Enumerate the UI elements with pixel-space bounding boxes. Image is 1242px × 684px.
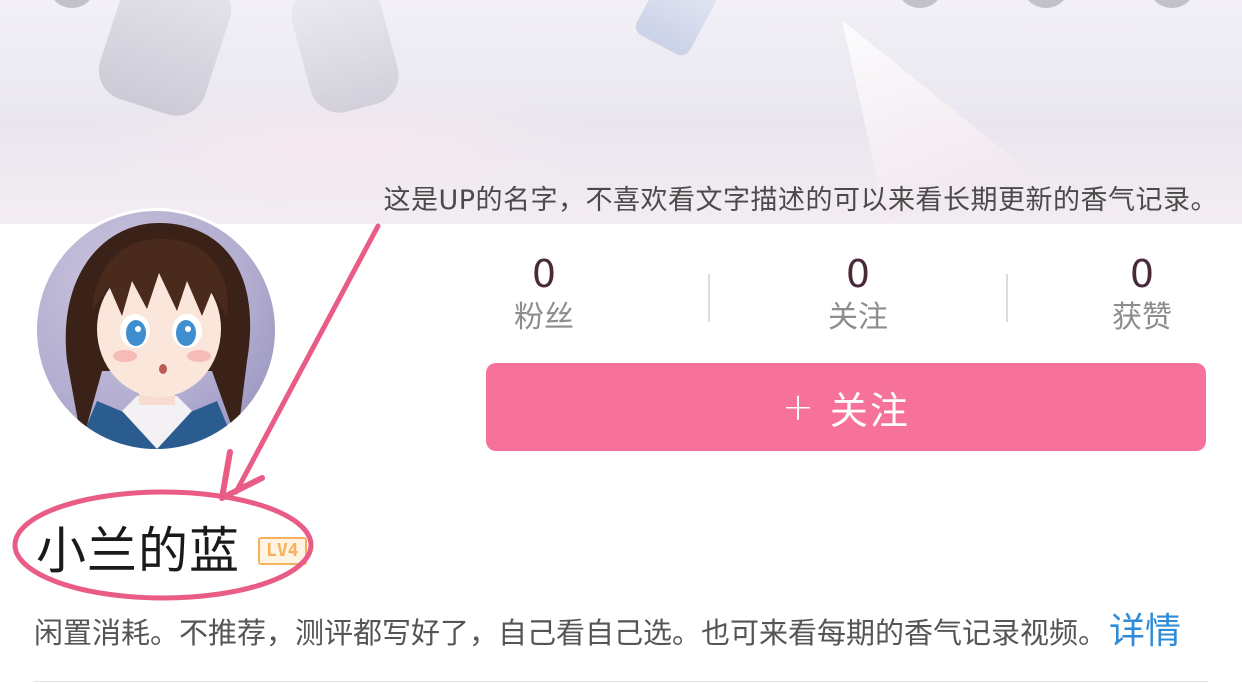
plus-icon: + (782, 385, 816, 429)
banner-caption: 这是UP的名字，不喜欢看文字描述的可以来看长期更新的香气记录。 (383, 185, 1218, 216)
avatar-image (65, 222, 251, 449)
stats-divider (1006, 274, 1008, 322)
annotation-arrow-head (219, 449, 265, 501)
share-icon[interactable] (1022, 0, 1070, 8)
bio: 闲置消耗。不推荐，测评都写好了，自己看自己选。也可来看每期的香气记录视频。详情 (34, 602, 1214, 654)
back-icon[interactable] (48, 0, 96, 8)
level-badge: LV4 (258, 537, 307, 565)
stat-fans[interactable]: 0 粉丝 (474, 250, 614, 338)
bio-text: 闲置消耗。不推荐，测评都写好了，自己看自己选。也可来看每期的香气记录视频。 (34, 616, 1108, 650)
details-link[interactable]: 详情 (1109, 611, 1181, 652)
likes-count: 0 (1129, 252, 1155, 296)
avatar[interactable] (34, 208, 278, 452)
username: 小兰的蓝 (36, 522, 240, 580)
header-banner: 这是UP的名字，不喜欢看文字描述的可以来看长期更新的香气记录。 (0, 0, 1242, 224)
search-icon[interactable] (896, 0, 944, 8)
stat-following[interactable]: 0 关注 (788, 250, 928, 338)
divider-line (34, 681, 1208, 682)
stat-likes[interactable]: 0 获赞 (1072, 250, 1212, 338)
likes-label: 获赞 (1112, 300, 1172, 335)
more-icon[interactable] (1148, 0, 1196, 8)
username-row: 小兰的蓝 LV4 (36, 512, 307, 582)
follow-button[interactable]: + 关注 (486, 363, 1206, 451)
following-label: 关注 (828, 300, 888, 335)
stats-divider (708, 274, 710, 322)
following-count: 0 (845, 252, 871, 296)
stats-panel: 0 粉丝 0 关注 0 获赞 (486, 250, 1206, 340)
follow-button-label: 关注 (829, 388, 910, 433)
fans-count: 0 (531, 252, 557, 296)
banner-decoration (632, 0, 728, 59)
fans-label: 粉丝 (514, 300, 574, 335)
